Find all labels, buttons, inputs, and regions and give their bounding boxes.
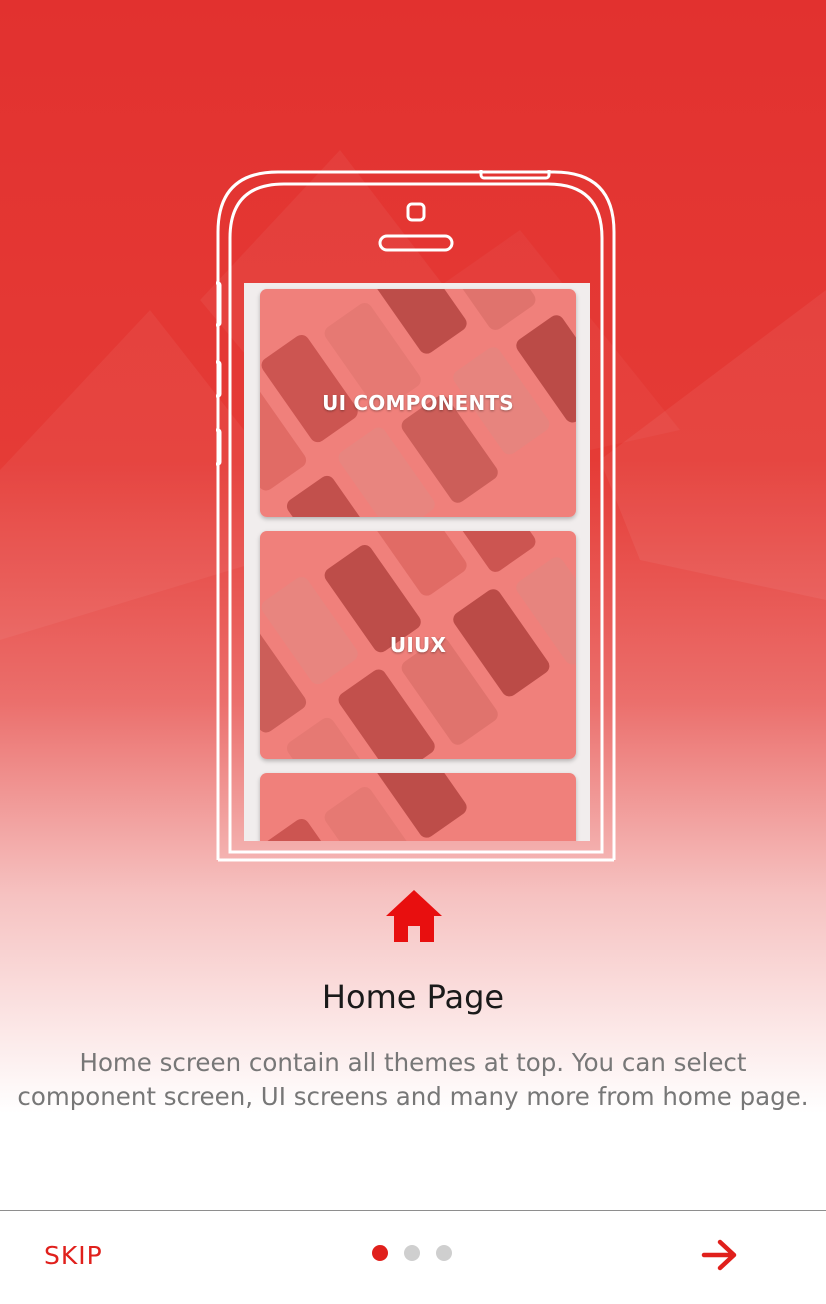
page-indicator bbox=[372, 1245, 452, 1261]
home-icon bbox=[386, 890, 442, 942]
onboarding-footer: SKIP bbox=[0, 1210, 826, 1304]
card-label: UI COMPONENTS bbox=[322, 391, 514, 415]
card-partial bbox=[260, 773, 576, 841]
page-dot-active[interactable] bbox=[372, 1245, 388, 1261]
card-ui-components: UI COMPONENTS bbox=[260, 289, 576, 517]
slide-description: Home screen contain all themes at top. Y… bbox=[17, 1048, 809, 1111]
card-label bbox=[260, 773, 576, 841]
slide-title: Home Page bbox=[321, 978, 505, 1016]
page-dot[interactable] bbox=[404, 1245, 420, 1261]
phone-screen: UI COMPONENTS UIUX bbox=[244, 283, 590, 841]
skip-button[interactable]: SKIP bbox=[44, 1241, 103, 1270]
card-label: UIUX bbox=[389, 633, 447, 657]
card-uiux: UIUX bbox=[260, 531, 576, 759]
arrow-right-icon[interactable] bbox=[700, 1239, 740, 1271]
page-dot[interactable] bbox=[436, 1245, 452, 1261]
